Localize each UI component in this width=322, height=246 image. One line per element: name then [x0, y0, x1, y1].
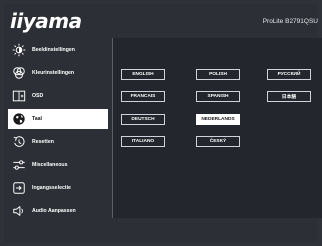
- settings-sliders-icon: [8, 155, 30, 175]
- language-option-deutsch[interactable]: DEUTSCH: [121, 114, 165, 125]
- language-option-francais[interactable]: FRANCAIS: [121, 91, 165, 102]
- language-panel: ENGLISH POLISH РУССКИЙ FRANCAIS SPANISH …: [112, 38, 322, 218]
- language-option-spanish[interactable]: SPANISH: [196, 91, 240, 102]
- sidebar-item-label: Beeldinstellingen: [32, 47, 75, 53]
- color-palette-icon: [8, 63, 30, 83]
- language-option-japanese[interactable]: 日本語: [267, 91, 311, 102]
- sidebar-item-label: Taal: [32, 116, 42, 122]
- sidebar-item-kleurinstellingen[interactable]: Kleurinstellingen: [8, 63, 108, 83]
- globe-icon: [8, 109, 30, 129]
- osd-icon: [8, 86, 30, 106]
- speaker-icon: [8, 201, 30, 221]
- language-option-english[interactable]: ENGLISH: [121, 69, 165, 80]
- brand-logo: iiyama: [10, 9, 82, 33]
- language-option-cesky[interactable]: ČESKÝ: [196, 136, 240, 147]
- brightness-icon: [8, 40, 30, 60]
- sidebar-item-miscellaneous[interactable]: Miscellaneous: [8, 155, 108, 175]
- bottom-bar: [4, 220, 318, 242]
- sidebar-item-label: Miscellaneous: [32, 162, 68, 168]
- sidebar-item-label: Ingangsselectie: [32, 185, 71, 191]
- header: iiyama ProLite B2791QSU: [4, 4, 318, 38]
- sidebar-item-beeldinstellingen[interactable]: Beeldinstellingen: [8, 40, 108, 60]
- language-option-polish[interactable]: POLISH: [196, 69, 240, 80]
- input-select-icon: [8, 178, 30, 198]
- sidebar-item-label: OSD: [32, 93, 44, 99]
- sidebar-item-resetten[interactable]: Resetten: [8, 132, 108, 152]
- language-option-italiano[interactable]: ITALIANO: [121, 136, 165, 147]
- osd-frame: iiyama ProLite B2791QSU Beeldinstellinge…: [4, 4, 322, 242]
- sidebar-item-label: Audio Aanpassen: [32, 208, 76, 214]
- sidebar-item-audio-aanpassen[interactable]: Audio Aanpassen: [8, 201, 108, 221]
- sidebar-item-label: Resetten: [32, 139, 54, 145]
- sidebar-item-ingangsselectie[interactable]: Ingangsselectie: [8, 178, 108, 198]
- sidebar-item-label: Kleurinstellingen: [32, 70, 75, 76]
- sidebar-item-taal[interactable]: Taal: [8, 109, 108, 129]
- language-option-russian[interactable]: РУССКИЙ: [267, 69, 311, 80]
- sidebar-menu: Beeldinstellingen Kleurinstellingen OSD …: [8, 38, 108, 218]
- reset-icon: [8, 132, 30, 152]
- model-name: ProLite B2791QSU: [262, 18, 318, 25]
- language-option-nederlands[interactable]: NEDERLANDS: [196, 114, 240, 125]
- sidebar-item-osd[interactable]: OSD: [8, 86, 108, 106]
